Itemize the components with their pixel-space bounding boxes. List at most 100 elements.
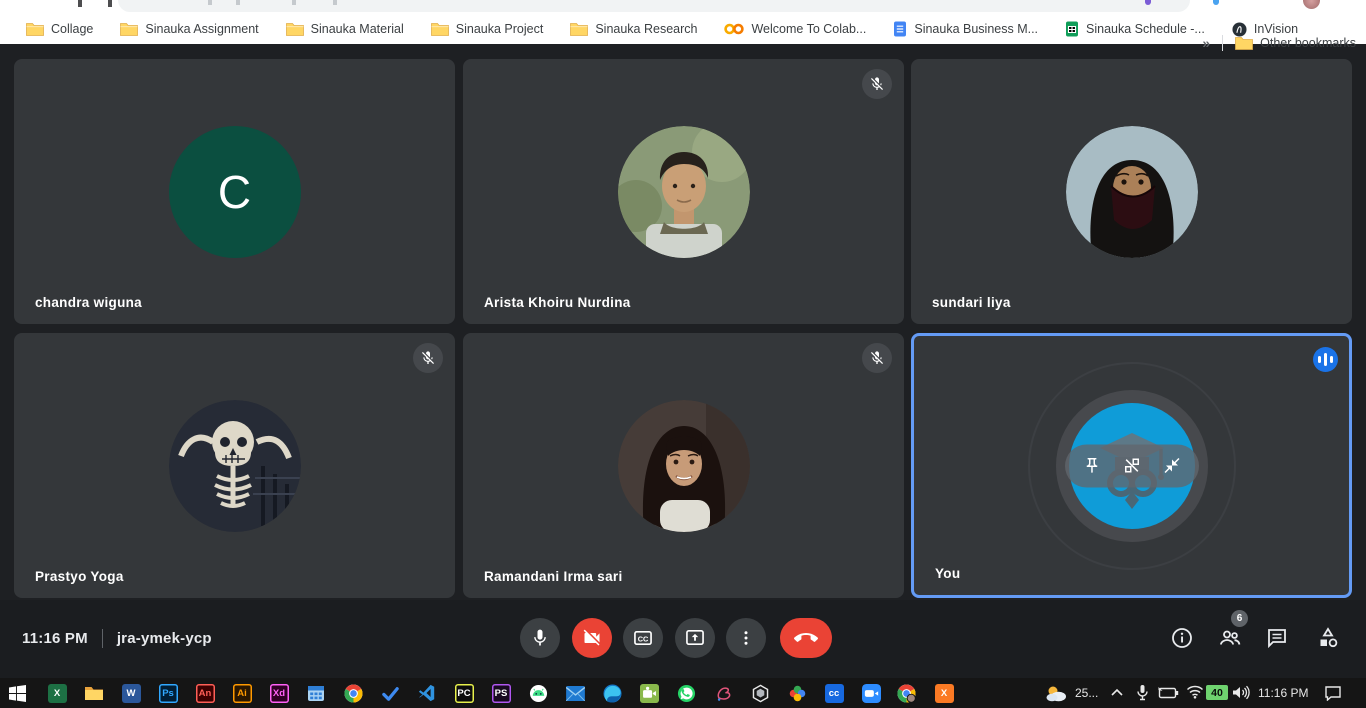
bookmark-label: Sinauka Schedule -... [1086,22,1205,36]
weather-temperature[interactable]: 25... [1075,686,1098,700]
illustrator-icon[interactable]: Ai [231,682,253,704]
todo-check-icon[interactable] [379,682,401,704]
activities-icon[interactable] [1316,626,1340,650]
browser-ui-fragment [108,0,112,7]
time-and-code: 11:16 PM jra-ymek-ycp [22,629,212,648]
chat-icon[interactable] [1265,626,1289,650]
edge-icon[interactable] [601,682,623,704]
docs-icon [893,21,907,37]
video-call-app-icon[interactable] [860,682,882,704]
chrome-profile-icon[interactable] [895,682,917,704]
phpstorm-icon[interactable]: PS [490,682,512,704]
camera-app-icon[interactable] [638,682,660,704]
photoshop-icon[interactable]: Ps [157,682,179,704]
address-bar-bottom[interactable] [118,0,1190,12]
chrome-icon[interactable] [342,682,364,704]
bookmark-label: Sinauka Material [311,22,404,36]
browser-profile-avatar-fragment[interactable] [1303,0,1320,9]
bookmarks-divider [1222,35,1223,51]
whatsapp-icon[interactable] [675,682,697,704]
android-app-icon[interactable] [527,682,549,704]
adobe-xd-icon[interactable]: Xd [268,682,290,704]
bookmark-sinauka-business-m[interactable]: Sinauka Business M... [893,21,1038,37]
bookmark-label: Sinauka Research [595,22,697,36]
participant-tile[interactable]: Ramandani Irma sari [463,333,904,598]
end-call-button[interactable] [780,618,832,658]
folder-icon [286,22,304,36]
bookmark-label: Sinauka Business M... [914,22,1038,36]
avatar-photo [1066,126,1198,258]
grid-off-icon[interactable] [1119,453,1145,479]
bookmark-label: Sinauka Assignment [145,22,258,36]
file-explorer-icon[interactable] [83,682,105,704]
bookmark-sinauka-schedule[interactable]: Sinauka Schedule -... [1065,21,1205,37]
avatar-photo [169,400,301,532]
divider [102,629,103,648]
participant-tile[interactable]: sundari liya [911,59,1352,324]
camera-off-button[interactable] [572,618,612,658]
mic-muted-badge [862,343,892,373]
bookmark-sinauka-material[interactable]: Sinauka Material [286,22,404,36]
notification-center-icon[interactable] [1324,685,1342,701]
other-bookmarks[interactable]: Other bookmarks [1235,36,1356,50]
pin-icon[interactable] [1079,453,1105,479]
bookmark-sinauka-project[interactable]: Sinauka Project [431,22,544,36]
participant-tile[interactable]: C chandra wiguna [14,59,455,324]
folder-icon [120,22,138,36]
present-button[interactable] [675,618,715,658]
people-icon[interactable] [1218,626,1242,650]
bookmark-label: Welcome To Colab... [751,22,866,36]
bookmark-welcome-to-colab[interactable]: Welcome To Colab... [724,22,866,36]
folder-icon [1235,36,1253,50]
excel-icon[interactable]: X [46,682,68,704]
audio-level-indicator [1313,347,1338,372]
avatar-photo [618,126,750,258]
participant-tile[interactable]: Prastyo Yoga [14,333,455,598]
captions-button[interactable]: CC [623,618,663,658]
meeting-details-icon[interactable] [1170,626,1194,650]
tile-hover-menu [1065,444,1199,487]
browser-ui-fragment [236,0,240,5]
participant-name: chandra wiguna [35,295,142,310]
more-options-button[interactable] [726,618,766,658]
tray-volume-icon[interactable] [1232,685,1250,700]
tray-microphone-icon[interactable] [1136,684,1149,701]
pycharm-icon[interactable]: PC [453,682,475,704]
microphone-button[interactable] [520,618,560,658]
participant-name: Arista Khoiru Nurdina [484,295,631,310]
tray-battery-icon[interactable] [1156,686,1179,699]
sketch-app-icon[interactable] [712,682,734,704]
participant-name: sundari liya [932,295,1011,310]
browser-ui-fragment [78,0,82,7]
avatar-initial-letter: C [218,165,251,219]
battery-percent-badge[interactable]: 40 [1206,685,1228,700]
word-icon[interactable]: W [120,682,142,704]
xampp-icon[interactable]: X [933,682,955,704]
svg-text:CC: CC [638,634,649,643]
taskbar-clock[interactable]: 11:16 PM [1258,686,1308,700]
mic-muted-badge [862,69,892,99]
tray-chevron-up-icon[interactable] [1110,687,1124,697]
calendar-icon[interactable] [305,682,327,704]
mail-icon[interactable] [564,682,586,704]
self-tile[interactable]: You [911,333,1352,598]
hexagon-app-icon[interactable] [749,682,771,704]
windows-taskbar: 25... 40 11:16 PM X W Ps An Ai Xd PC PS cc X [0,678,1366,708]
browser-ui-fragment [208,0,212,5]
animate-icon[interactable]: An [194,682,216,704]
photos-app-icon[interactable] [786,682,808,704]
bookmark-sinauka-research[interactable]: Sinauka Research [570,22,697,36]
bookmarks-overflow-chevron[interactable]: » [1202,35,1210,51]
bookmarks-bar: Collage Sinauka Assignment Sinauka Materia… [0,14,1366,44]
folder-icon [431,22,449,36]
cc-app-icon[interactable]: cc [823,682,845,704]
windows-start-icon[interactable] [6,682,28,704]
weather-icon[interactable] [1045,685,1067,702]
avatar-initial: C [169,126,301,258]
participant-tile[interactable]: Arista Khoiru Nurdina [463,59,904,324]
vscode-icon[interactable] [416,682,438,704]
bookmark-collage[interactable]: Collage [26,22,93,36]
tray-wifi-icon[interactable] [1186,685,1204,699]
minimize-icon[interactable] [1159,453,1185,479]
bookmark-sinauka-assignment[interactable]: Sinauka Assignment [120,22,258,36]
